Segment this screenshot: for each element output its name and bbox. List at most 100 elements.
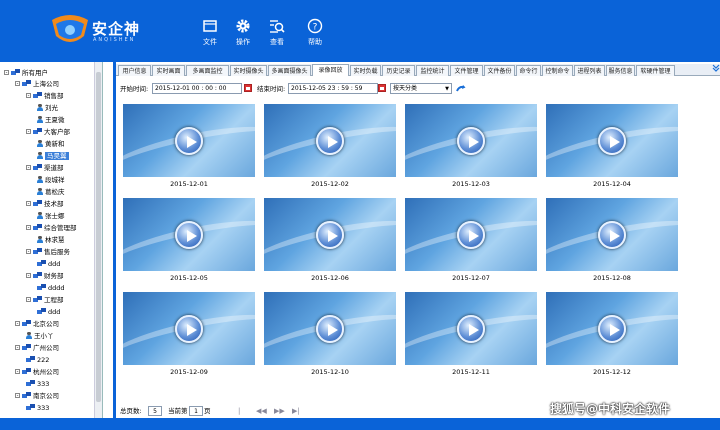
tree-node[interactable]: dddd: [37, 283, 65, 294]
play-icon[interactable]: [457, 220, 485, 249]
video-thumbnail[interactable]: [123, 292, 255, 365]
group-select[interactable]: 按天分类 ▼: [390, 83, 452, 94]
video-card[interactable]: 2015-12-02: [264, 104, 396, 188]
play-icon[interactable]: [598, 314, 626, 343]
video-thumbnail[interactable]: [546, 292, 678, 365]
video-thumbnail[interactable]: [546, 104, 678, 177]
next-page-icon[interactable]: ▶▶: [274, 405, 285, 417]
collapse-icon[interactable]: -: [26, 201, 31, 207]
end-calendar-icon[interactable]: [378, 84, 386, 92]
collapse-icon[interactable]: -: [26, 297, 31, 303]
tree-node[interactable]: 张士娜: [37, 211, 65, 222]
play-icon[interactable]: [457, 314, 485, 343]
tab-item[interactable]: 实时摄像头: [230, 65, 267, 76]
collapse-icon[interactable]: -: [26, 249, 31, 255]
collapse-icon[interactable]: -: [15, 321, 20, 327]
collapse-icon[interactable]: -: [15, 345, 20, 351]
video-card[interactable]: 2015-12-04: [546, 104, 678, 188]
play-icon[interactable]: [598, 220, 626, 249]
tree-node[interactable]: 黄新和: [37, 139, 65, 150]
tab-item[interactable]: 软硬件管理: [636, 65, 675, 76]
tree-node[interactable]: - 销售部: [26, 91, 64, 102]
tree-node[interactable]: - 上海公司: [15, 79, 59, 90]
tree-root[interactable]: - 所有用户: [4, 68, 48, 79]
tree-node[interactable]: - 北京公司: [15, 319, 59, 330]
tab-item[interactable]: 实时画面: [152, 65, 185, 76]
tab-item[interactable]: 控制命令: [542, 65, 573, 76]
video-card[interactable]: 2015-12-08: [546, 198, 678, 282]
video-thumbnail[interactable]: [264, 292, 396, 365]
play-icon[interactable]: [598, 126, 626, 155]
tree-node[interactable]: 段城祥: [37, 175, 65, 186]
video-thumbnail[interactable]: [123, 104, 255, 177]
start-time-input[interactable]: 2015-12-01 00 : 00 : 00: [152, 83, 242, 94]
refresh-icon[interactable]: [456, 84, 466, 94]
play-icon[interactable]: [175, 126, 203, 155]
tab-item[interactable]: 服务信息: [606, 65, 635, 76]
collapse-icon[interactable]: -: [26, 93, 31, 99]
collapse-icon[interactable]: -: [4, 70, 9, 76]
video-card[interactable]: 2015-12-10: [264, 292, 396, 376]
collapse-icon[interactable]: -: [15, 393, 20, 399]
video-card[interactable]: 2015-12-01: [123, 104, 255, 188]
video-thumbnail[interactable]: [264, 198, 396, 271]
tree-node[interactable]: 333: [26, 379, 49, 390]
collapse-icon[interactable]: -: [26, 225, 31, 231]
tab-item[interactable]: 多画面摄像头: [268, 65, 311, 76]
tree-node[interactable]: - 工程部: [26, 295, 64, 306]
tree-node[interactable]: 葛松庆: [37, 187, 65, 198]
tree-node[interactable]: 333: [26, 403, 49, 414]
play-icon[interactable]: [175, 314, 203, 343]
video-thumbnail[interactable]: [546, 198, 678, 271]
video-thumbnail[interactable]: [405, 198, 537, 271]
tabs-more-chevron-icon[interactable]: [712, 64, 720, 72]
video-card[interactable]: 2015-12-03: [405, 104, 537, 188]
tab-item[interactable]: 进程列表: [574, 65, 605, 76]
play-icon[interactable]: [316, 126, 344, 155]
prev-page-icon[interactable]: ◀◀: [256, 405, 267, 417]
video-card[interactable]: 2015-12-06: [264, 198, 396, 282]
menu-file-button[interactable]: 文件: [195, 18, 225, 47]
tab-item[interactable]: 历史记录: [382, 65, 415, 76]
collapse-icon[interactable]: -: [15, 369, 20, 375]
collapse-icon[interactable]: -: [26, 273, 31, 279]
tab-item[interactable]: 用户信息: [118, 65, 151, 76]
tree-node[interactable]: - 大客户部: [26, 127, 70, 138]
tab-item[interactable]: 实时负载: [350, 65, 381, 76]
tree-node[interactable]: 林求慧: [37, 235, 65, 246]
tab-item[interactable]: 录像回放: [312, 64, 349, 76]
current-page-input[interactable]: 1: [189, 406, 203, 416]
play-icon[interactable]: [316, 220, 344, 249]
video-card[interactable]: 2015-12-07: [405, 198, 537, 282]
tree-node[interactable]: 马昊翼: [37, 151, 69, 162]
tree-node[interactable]: - 财务部: [26, 271, 64, 282]
last-page-icon[interactable]: ▶|: [292, 405, 300, 417]
collapse-icon[interactable]: -: [26, 165, 31, 171]
video-thumbnail[interactable]: [264, 104, 396, 177]
video-thumbnail[interactable]: [123, 198, 255, 271]
menu-help-button[interactable]: ? 帮助: [300, 18, 330, 47]
video-card[interactable]: 2015-12-11: [405, 292, 537, 376]
tree-node[interactable]: - 广州公司: [15, 343, 59, 354]
tree-node[interactable]: 222: [26, 355, 49, 366]
video-thumbnail[interactable]: [405, 292, 537, 365]
tree-node[interactable]: - 渠道部: [26, 163, 64, 174]
tree-node[interactable]: - 综合管理部: [26, 223, 77, 234]
tab-item[interactable]: 文件备份: [484, 65, 515, 76]
tree-node[interactable]: - 杭州公司: [15, 367, 59, 378]
tab-item[interactable]: 文件管理: [450, 65, 483, 76]
tab-item[interactable]: 多画面监控: [186, 65, 229, 76]
tree-node[interactable]: 刘光: [37, 103, 58, 114]
video-card[interactable]: 2015-12-05: [123, 198, 255, 282]
play-icon[interactable]: [316, 314, 344, 343]
tree-node[interactable]: ddd: [37, 259, 60, 270]
video-card[interactable]: 2015-12-09: [123, 292, 255, 376]
menu-operate-button[interactable]: 操作: [228, 18, 258, 47]
tab-item[interactable]: 监控统计: [416, 65, 449, 76]
tree-node[interactable]: - 售后服务: [26, 247, 70, 258]
collapse-icon[interactable]: -: [15, 81, 20, 87]
end-time-input[interactable]: 2015-12-05 23 : 59 : 59: [288, 83, 378, 94]
tree-node[interactable]: - 技术部: [26, 199, 64, 210]
tree-node[interactable]: 王小丫: [26, 331, 54, 342]
play-icon[interactable]: [175, 220, 203, 249]
